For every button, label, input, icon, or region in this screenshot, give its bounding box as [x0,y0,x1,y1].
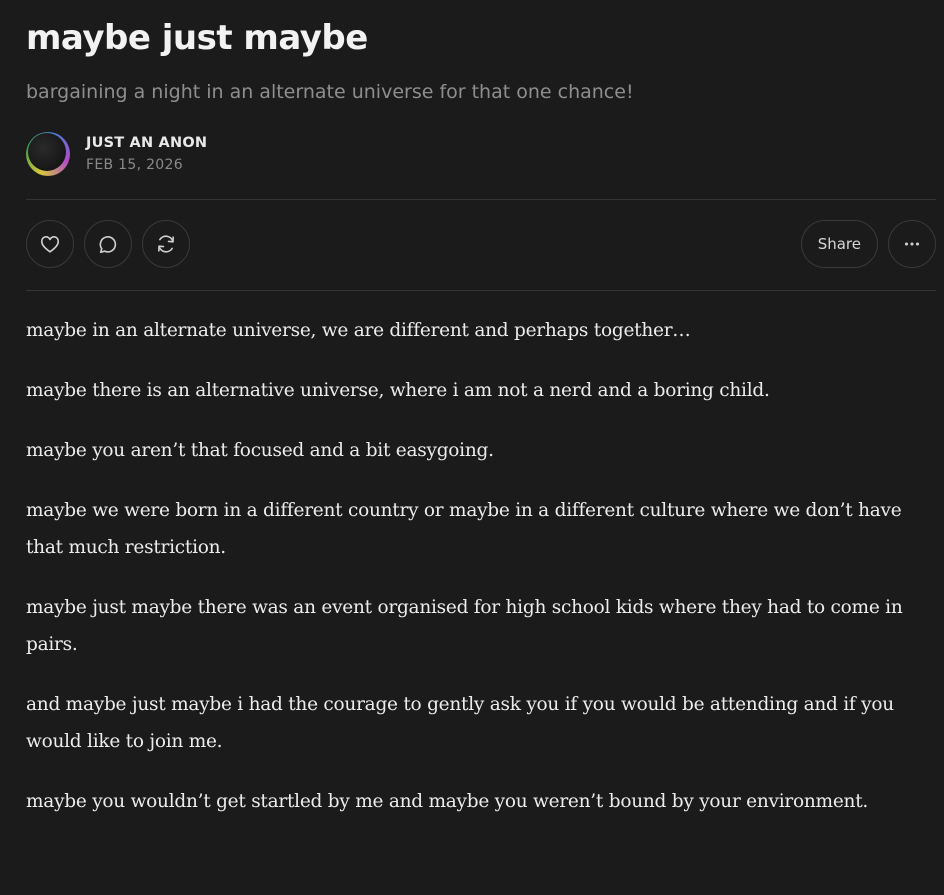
post-actions [26,220,190,268]
paragraph: maybe just maybe there was an event orga… [26,597,903,655]
byline: JUST AN ANON FEB 15, 2026 [26,132,207,176]
post-title: maybe just maybe [26,18,368,58]
post-actions-right: Share [800,220,936,268]
divider-top [26,199,936,200]
more-icon [904,242,920,246]
share-button[interactable]: Share [800,220,878,268]
author-avatar[interactable] [26,132,70,176]
restack-icon [158,235,174,253]
post-page: maybe just maybe bargaining a night in a… [0,0,944,895]
like-button[interactable] [26,220,74,268]
post-body: maybe in an alternate universe, we are d… [26,312,938,843]
paragraph: maybe you aren’t that focused and a bit … [26,440,494,461]
paragraph: maybe there is an alternative universe, … [26,380,770,401]
author-block: JUST AN ANON FEB 15, 2026 [86,135,207,173]
divider-bottom [26,290,936,291]
post-date: FEB 15, 2026 [86,157,183,173]
heart-icon [40,236,60,253]
paragraph: and maybe just maybe i had the courage t… [26,694,894,752]
paragraph: maybe in an alternate universe, we are d… [26,320,691,341]
author-name[interactable]: JUST AN ANON [86,135,207,151]
comment-button[interactable] [84,220,132,268]
more-button[interactable] [888,220,936,268]
paragraph: maybe we were born in a different countr… [26,500,902,558]
restack-button[interactable] [142,220,190,268]
post-subtitle: bargaining a night in an alternate unive… [26,81,634,103]
paragraph: maybe you wouldn’t get startled by me an… [26,791,869,812]
comment-icon [99,236,117,254]
